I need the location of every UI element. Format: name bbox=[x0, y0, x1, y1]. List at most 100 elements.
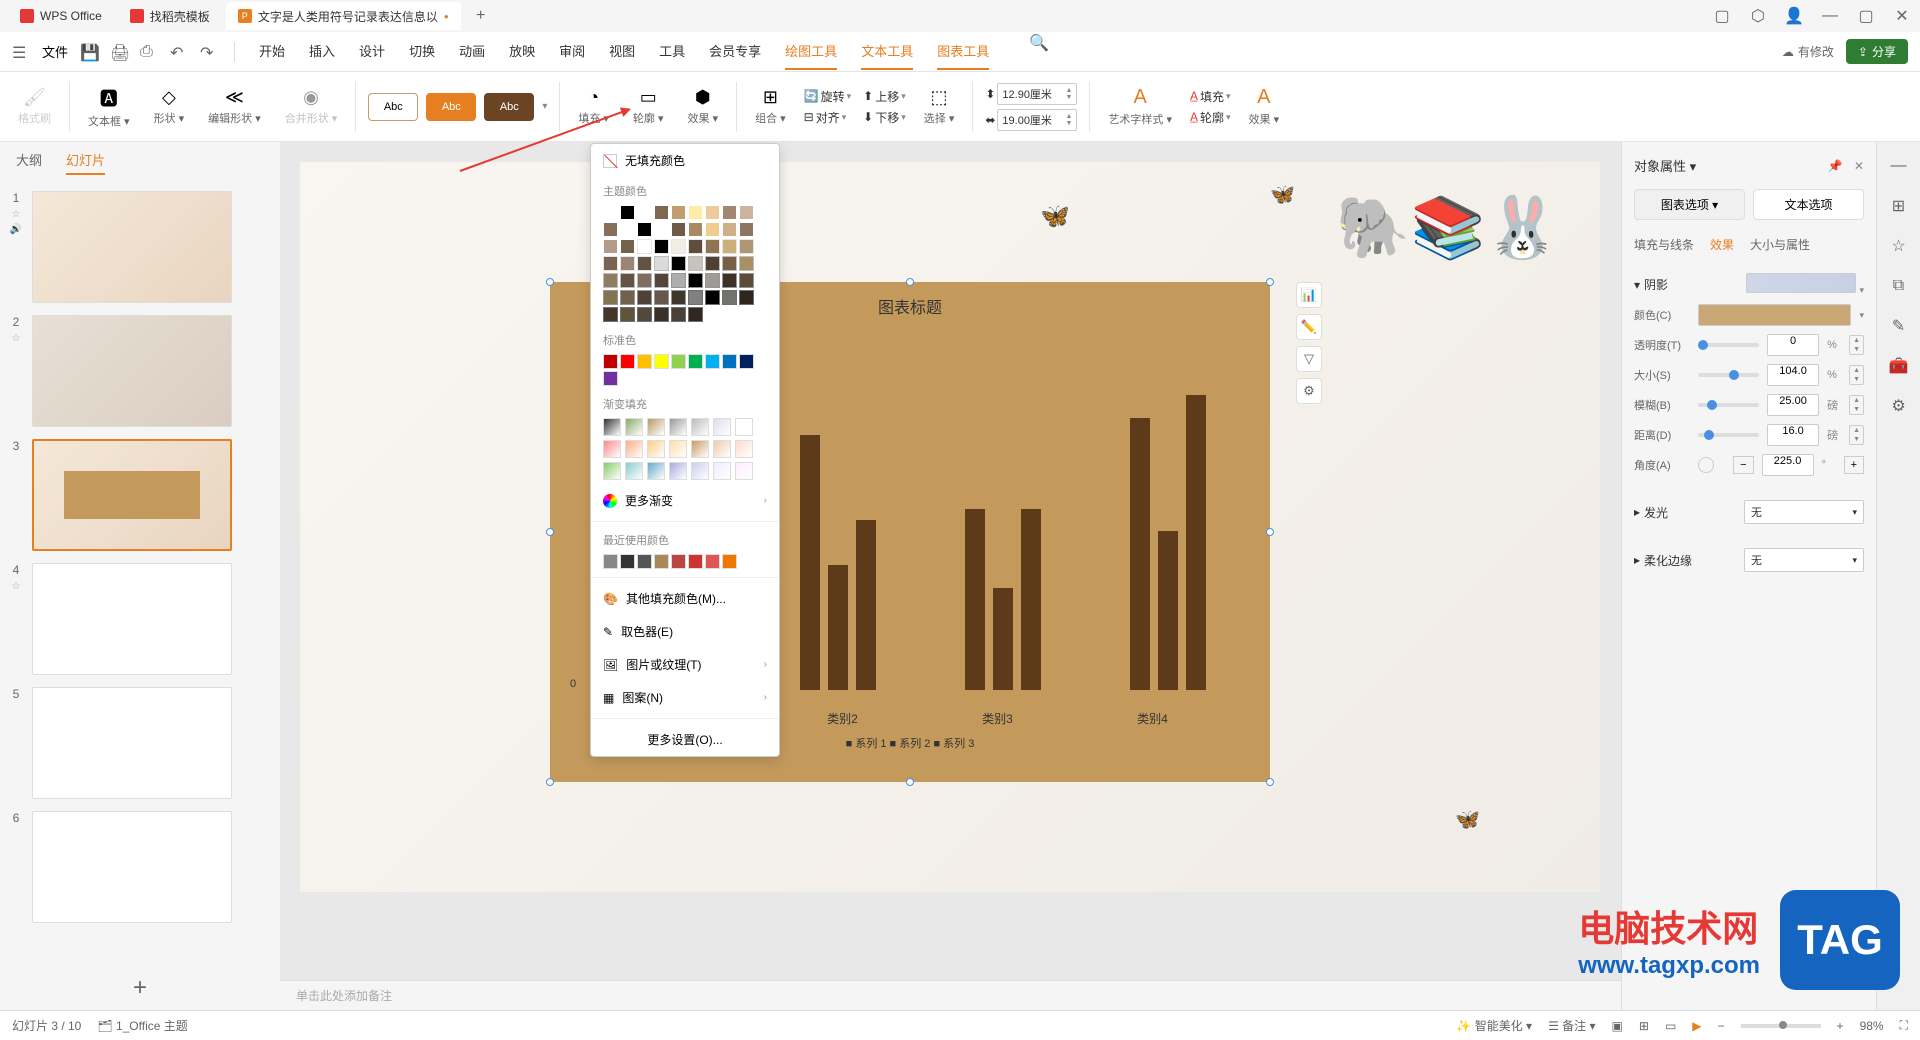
chart-bar[interactable] bbox=[1158, 531, 1178, 690]
subtab-size[interactable]: 大小与属性 bbox=[1750, 236, 1810, 253]
gradient-swatch[interactable] bbox=[735, 462, 753, 480]
color-swatch[interactable] bbox=[620, 554, 635, 569]
resize-handle[interactable] bbox=[906, 778, 914, 786]
color-swatch[interactable] bbox=[722, 256, 737, 271]
resize-handle[interactable] bbox=[1266, 528, 1274, 536]
transparency-input[interactable]: 0 bbox=[1767, 334, 1819, 356]
color-swatch[interactable] bbox=[671, 239, 686, 254]
chart-element-button[interactable]: 📊 bbox=[1296, 282, 1322, 308]
no-fill-item[interactable]: 无填充颜色 bbox=[591, 144, 779, 177]
sliders-icon[interactable]: ⚙ bbox=[1887, 394, 1911, 418]
dropdown-arrow[interactable]: ▾ bbox=[1859, 310, 1864, 321]
slide-6[interactable]: 6 bbox=[8, 811, 272, 923]
slide-thumb[interactable] bbox=[32, 811, 232, 923]
tab-outline[interactable]: 大纲 bbox=[16, 150, 42, 175]
color-swatch[interactable] bbox=[722, 239, 737, 254]
color-picker[interactable] bbox=[1698, 304, 1851, 326]
spinner[interactable]: ▲▼ bbox=[1849, 335, 1864, 355]
color-swatch[interactable] bbox=[739, 354, 754, 369]
color-swatch[interactable] bbox=[637, 554, 652, 569]
share-button[interactable]: ⇪ 分享 bbox=[1846, 39, 1908, 64]
color-swatch[interactable] bbox=[722, 354, 737, 369]
view-sorter-icon[interactable]: ⊞ bbox=[1639, 1019, 1649, 1033]
menu-design[interactable]: 设计 bbox=[359, 33, 385, 70]
gradient-swatch[interactable] bbox=[647, 440, 665, 458]
menu-tools[interactable]: 工具 bbox=[659, 33, 685, 70]
color-swatch[interactable] bbox=[654, 307, 669, 322]
color-swatch[interactable] bbox=[603, 290, 618, 305]
color-swatch[interactable] bbox=[603, 554, 618, 569]
ribbon-move-up[interactable]: ⬆ 上移 ▾ bbox=[863, 88, 906, 105]
color-swatch[interactable] bbox=[688, 307, 703, 322]
slide-4[interactable]: 4☆ bbox=[8, 563, 272, 675]
properties-icon[interactable]: ⊞ bbox=[1887, 194, 1911, 218]
view-reading-icon[interactable]: ▭ bbox=[1665, 1019, 1676, 1033]
color-swatch[interactable] bbox=[705, 273, 720, 288]
soft-select[interactable]: 无▾ bbox=[1744, 548, 1864, 572]
color-swatch[interactable] bbox=[620, 239, 635, 254]
picture-texture-item[interactable]: 🖼 图片或纹理(T) › bbox=[591, 648, 779, 681]
tab-document[interactable]: P 文字是人类用符号记录表达信息以 ● bbox=[226, 2, 461, 30]
fit-icon[interactable]: ⛶ bbox=[1900, 1018, 1908, 1033]
color-swatch[interactable] bbox=[637, 239, 652, 254]
menu-text-tools[interactable]: 文本工具 bbox=[861, 33, 913, 70]
color-swatch[interactable] bbox=[671, 256, 686, 271]
ribbon-move-down[interactable]: ⬇ 下移 ▾ bbox=[863, 109, 906, 126]
chart-settings-button[interactable]: ⚙ bbox=[1296, 378, 1322, 404]
color-swatch[interactable] bbox=[637, 273, 652, 288]
color-swatch[interactable] bbox=[620, 205, 635, 220]
overlap-icon[interactable]: ⧉ bbox=[1887, 274, 1911, 298]
ribbon-effect2[interactable]: A 效果 ▾ bbox=[1243, 86, 1286, 127]
color-swatch[interactable] bbox=[739, 222, 754, 237]
add-tab-button[interactable]: + bbox=[469, 4, 493, 28]
gradient-swatch[interactable] bbox=[713, 440, 731, 458]
color-swatch[interactable] bbox=[654, 205, 669, 220]
avatar-icon[interactable]: 👤 bbox=[1784, 6, 1804, 26]
color-swatch[interactable] bbox=[654, 354, 669, 369]
color-swatch[interactable] bbox=[739, 290, 754, 305]
color-swatch[interactable] bbox=[654, 222, 669, 237]
hamburger-icon[interactable]: ☰ bbox=[12, 43, 30, 61]
smart-beautify[interactable]: ✨ 智能美化 ▾ bbox=[1456, 1017, 1532, 1034]
distance-slider[interactable] bbox=[1698, 433, 1759, 437]
box-icon[interactable]: ▢ bbox=[1712, 6, 1732, 26]
ribbon-align[interactable]: ⊟ 对齐 ▾ bbox=[804, 109, 852, 126]
star-icon[interactable]: ☆ bbox=[1887, 234, 1911, 258]
slide-2[interactable]: 2☆ bbox=[8, 315, 272, 427]
color-swatch[interactable] bbox=[671, 307, 686, 322]
menu-transition[interactable]: 切换 bbox=[409, 33, 435, 70]
search-icon[interactable]: 🔍 bbox=[1029, 33, 1047, 51]
color-swatch[interactable] bbox=[722, 222, 737, 237]
tab-wps-office[interactable]: WPS Office bbox=[8, 2, 114, 30]
zoom-out[interactable]: − bbox=[1718, 1019, 1725, 1033]
chart-bar[interactable] bbox=[800, 435, 820, 690]
revision-indicator[interactable]: ☁ 有修改 bbox=[1782, 43, 1834, 60]
color-swatch[interactable] bbox=[620, 222, 635, 237]
tab-text-options[interactable]: 文本选项 bbox=[1753, 189, 1864, 220]
gradient-swatch[interactable] bbox=[691, 462, 709, 480]
chart-bar[interactable] bbox=[1130, 418, 1150, 690]
angle-dial-icon[interactable] bbox=[1698, 457, 1714, 473]
gradient-swatch[interactable] bbox=[647, 418, 665, 436]
color-swatch[interactable] bbox=[603, 222, 618, 237]
color-swatch[interactable] bbox=[705, 256, 720, 271]
color-swatch[interactable] bbox=[688, 290, 703, 305]
glow-select[interactable]: 无▾ bbox=[1744, 500, 1864, 524]
height-input[interactable]: 12.90厘米 ▲▼ bbox=[997, 83, 1077, 105]
file-menu[interactable]: 文件 bbox=[42, 42, 68, 61]
gradient-swatch[interactable] bbox=[691, 418, 709, 436]
color-swatch[interactable] bbox=[688, 354, 703, 369]
resize-handle[interactable] bbox=[1266, 278, 1274, 286]
gradient-swatch[interactable] bbox=[625, 462, 643, 480]
slide-canvas[interactable]: 🐘📚🐰 🦋 🦋 🦋 图表标题 0 类别1类别2类别3类别4 ■ 系列 1 ■ 系… bbox=[300, 162, 1600, 892]
size-input[interactable]: 104.0 bbox=[1767, 364, 1819, 386]
close-button[interactable]: ✕ bbox=[1892, 6, 1912, 26]
angle-dec[interactable]: − bbox=[1733, 456, 1753, 474]
ribbon-format-painter[interactable]: 🖌 格式刷 bbox=[12, 87, 57, 126]
ribbon-art-style[interactable]: A 艺术字样式 ▾ bbox=[1102, 86, 1178, 127]
edit-icon[interactable]: ✎ bbox=[1887, 314, 1911, 338]
menu-insert[interactable]: 插入 bbox=[309, 33, 335, 70]
color-swatch[interactable] bbox=[637, 290, 652, 305]
ribbon-textbox[interactable]: 🅰 文本框 ▾ bbox=[82, 85, 136, 129]
menu-chart-tools[interactable]: 图表工具 bbox=[937, 33, 989, 70]
